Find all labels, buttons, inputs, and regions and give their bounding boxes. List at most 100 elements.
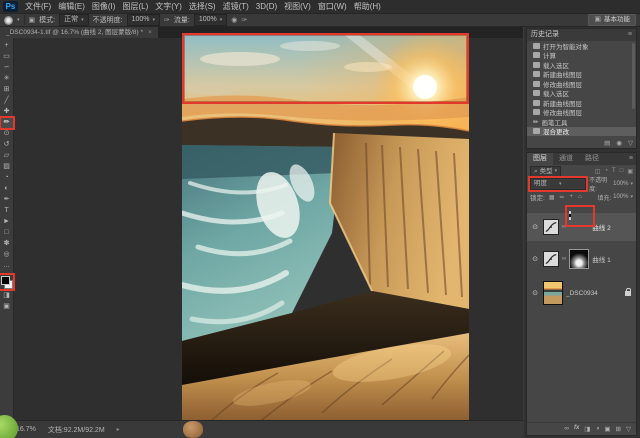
zoom-tool[interactable]: ◎ [1, 250, 13, 260]
new-document-from-state-icon[interactable]: ▤ [604, 139, 610, 147]
eraser-tool[interactable]: ▱ [1, 151, 13, 161]
menu-file[interactable]: 文件(F) [25, 1, 51, 12]
history-item[interactable]: 新建曲线图层 [527, 70, 636, 80]
filter-adjustment-icon[interactable]: ◔ [604, 168, 608, 174]
gradient-tool[interactable]: ▨ [1, 162, 13, 172]
pen-pressure-size-icon[interactable]: ✑ [241, 16, 247, 24]
brush-tool[interactable]: ✏ [1, 118, 13, 128]
menu-image[interactable]: 图像(I) [92, 1, 116, 12]
menu-type[interactable]: 文字(Y) [155, 1, 182, 12]
history-item[interactable]: 载入选区 [527, 89, 636, 99]
mask-link-icon[interactable]: ∞ [562, 256, 566, 262]
screen-mode-button[interactable]: ▣ [1, 302, 13, 312]
layer-name[interactable]: _DSC0934 [566, 290, 598, 297]
filter-type-icon[interactable]: T [612, 168, 616, 174]
link-layers-icon[interactable]: ∞ [564, 425, 569, 433]
menu-layer[interactable]: 图层(L) [122, 1, 148, 12]
menu-help[interactable]: 帮助(H) [354, 1, 381, 12]
opacity-select[interactable]: 100% ▾ [127, 14, 160, 26]
photoshop-logo-icon[interactable]: Ps [3, 1, 18, 12]
tab-channels[interactable]: 通道 [553, 153, 579, 165]
lock-transparency-icon[interactable]: ▦ [549, 194, 555, 201]
blur-tool[interactable]: ◔ [1, 173, 13, 183]
menu-select[interactable]: 选择(S) [189, 1, 216, 12]
trash-icon[interactable]: ▽ [626, 425, 631, 433]
layer-filter-select[interactable]: ⌕ 类型 ▾ [530, 166, 561, 177]
group-icon[interactable]: ▣ [604, 425, 610, 433]
filter-shape-icon[interactable]: □ [620, 168, 624, 174]
menu-3d[interactable]: 3D(D) [256, 2, 277, 11]
menu-view[interactable]: 视图(V) [284, 1, 311, 12]
status-arrow-icon[interactable]: ▸ [117, 426, 120, 433]
hand-tool[interactable]: ✽ [1, 239, 13, 249]
pen-tool[interactable]: ✒ [1, 195, 13, 205]
scrollbar[interactable] [632, 43, 635, 109]
lock-all-icon[interactable]: ⌂ [578, 194, 582, 200]
tab-layers[interactable]: 图层 [527, 153, 553, 165]
history-item[interactable]: ✏ 画笔工具 [527, 117, 636, 127]
quick-mask-button[interactable]: ◨ [1, 291, 13, 301]
layer-opacity-value[interactable]: 100% [613, 181, 628, 187]
layer-blend-mode-select[interactable]: 明度 ▾ [530, 178, 586, 190]
zoom-level-field[interactable]: 16.7% [16, 426, 36, 433]
history-item[interactable]: 载入选区 [527, 60, 636, 70]
blend-mode-select[interactable]: 正常 ▾ [59, 14, 89, 26]
dodge-tool[interactable]: ◐ [1, 184, 13, 194]
curves-adjustment-icon[interactable] [543, 251, 559, 267]
layer-row-curves-1[interactable]: ⊙ ∞ 曲线 1 [527, 245, 636, 273]
workspace-switcher-button[interactable]: ▣ 基本功能 [588, 14, 636, 26]
tab-paths[interactable]: 路径 [579, 153, 605, 165]
brush-preset-icon[interactable] [4, 16, 13, 25]
history-item-selected[interactable]: 混合更改 [527, 127, 636, 137]
foreground-color-swatch[interactable] [1, 276, 10, 285]
move-tool[interactable]: + [1, 41, 13, 51]
shape-tool[interactable]: □ [1, 228, 13, 238]
close-icon[interactable]: × [148, 27, 152, 38]
photo-canvas[interactable] [182, 33, 469, 420]
layer-row-background[interactable]: ⊙ _DSC0934 [527, 277, 636, 309]
layer-style-fx-icon[interactable]: fx [574, 425, 579, 433]
lasso-tool[interactable]: ∽ [1, 63, 13, 73]
color-swatches[interactable] [0, 275, 13, 289]
history-item[interactable]: 计算 [527, 51, 636, 61]
visibility-eye-icon[interactable]: ⊙ [530, 289, 540, 297]
layer-image-thumbnail[interactable] [543, 281, 563, 305]
adjustment-layer-icon[interactable]: ◑ [595, 425, 599, 433]
eyedropper-tool[interactable]: ╱ [1, 96, 13, 106]
new-snapshot-icon[interactable]: ◉ [616, 139, 622, 147]
history-item[interactable]: 修改曲线图层 [527, 79, 636, 89]
lock-pixels-icon[interactable]: ✏ [559, 194, 564, 201]
menu-edit[interactable]: 编辑(E) [58, 1, 85, 12]
flow-select[interactable]: 100% ▾ [194, 14, 227, 26]
panel-menu-icon[interactable]: ≡ [628, 29, 632, 41]
menu-filter[interactable]: 滤镜(T) [223, 1, 249, 12]
airbrush-icon[interactable]: ◉ [231, 16, 237, 24]
new-layer-icon[interactable]: ⊞ [616, 425, 621, 433]
path-selection-tool[interactable]: ► [1, 217, 13, 227]
edit-toolbar-button[interactable]: … [1, 261, 13, 271]
history-item[interactable]: 修改曲线图层 [527, 108, 636, 118]
filter-pixel-icon[interactable]: ◫ [595, 168, 601, 175]
history-item[interactable]: 新建曲线图层 [527, 98, 636, 108]
add-mask-icon[interactable]: ◨ [584, 425, 590, 433]
history-brush-tool[interactable]: ↺ [1, 140, 13, 150]
visibility-eye-icon[interactable]: ⊙ [530, 255, 540, 263]
toggle-brush-panel-icon[interactable]: ▣ [29, 16, 36, 24]
type-tool[interactable]: T [1, 206, 13, 216]
quick-selection-tool[interactable]: ✳ [1, 74, 13, 84]
pen-pressure-opacity-icon[interactable]: ✑ [164, 16, 170, 24]
marquee-tool[interactable]: ▭ [1, 52, 13, 62]
trash-icon[interactable]: ▽ [628, 139, 633, 147]
document-tab[interactable]: _DSC0934-1.tif @ 16.7% (曲线 2, 图层蒙版/8) * … [0, 27, 158, 38]
crop-tool[interactable]: ⊞ [1, 85, 13, 95]
layer-mask-thumbnail-wrap[interactable] [569, 212, 589, 234]
healing-brush-tool[interactable]: ✚ [1, 107, 13, 117]
menu-window[interactable]: 窗口(W) [318, 1, 347, 12]
visibility-eye-icon[interactable]: ⊙ [530, 223, 540, 231]
layer-name[interactable]: 曲线 1 [592, 254, 610, 264]
layer-mask-thumbnail[interactable] [569, 249, 589, 269]
fill-value[interactable]: 100% [613, 194, 628, 200]
filter-smart-object-icon[interactable]: ▣ [627, 168, 633, 175]
history-item[interactable]: 打开为智能对象 [527, 41, 636, 51]
lock-position-icon[interactable]: + [570, 194, 574, 200]
